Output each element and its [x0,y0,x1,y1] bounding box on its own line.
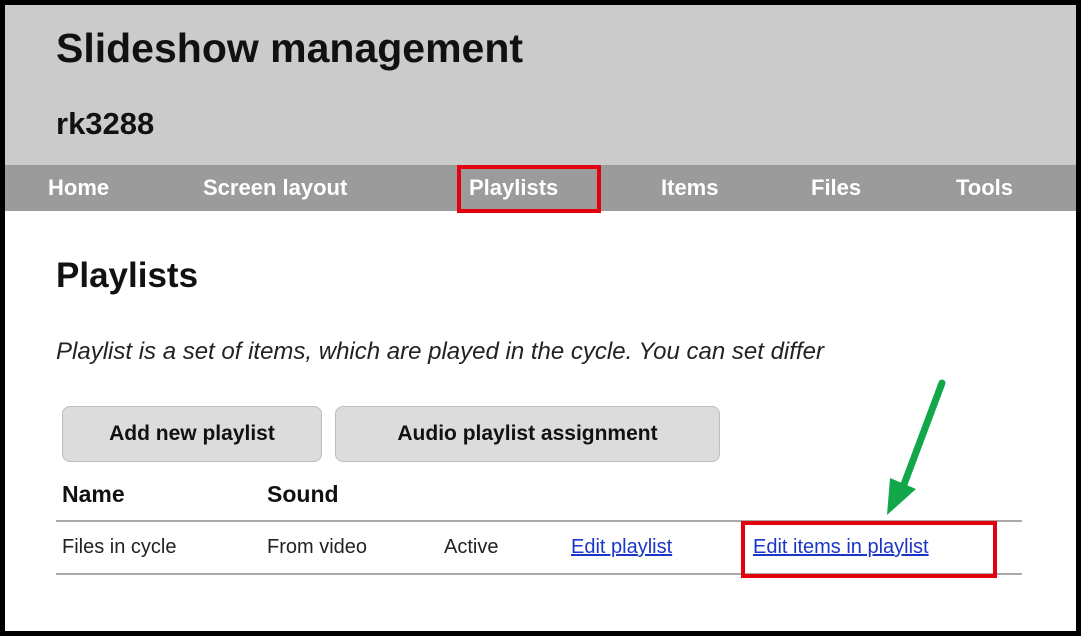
nav-item-items[interactable]: Items [661,175,718,201]
app-header: Slideshow management rk3288 [5,5,1076,165]
playlist-status-cell: Active [444,536,499,558]
playlist-name-cell: Files in cycle [62,536,177,558]
screenshot-frame: Slideshow management rk3288 Home Screen … [0,0,1081,636]
playlist-sound-cell: From video [267,536,368,558]
column-header-sound: Sound [267,481,339,507]
nav-item-tools[interactable]: Tools [956,175,1013,201]
audio-playlist-assignment-button[interactable]: Audio playlist assignment [335,406,720,462]
playlists-nav-highlight-box [457,165,601,213]
page-title: Playlists [56,256,199,295]
nav-item-files[interactable]: Files [811,175,861,201]
edit-playlist-link[interactable]: Edit playlist [571,536,672,559]
page-description: Playlist is a set of items, which are pl… [56,338,824,365]
site-name: rk3288 [56,106,155,141]
edit-items-link-highlight-box [741,521,997,578]
add-new-playlist-button[interactable]: Add new playlist [62,406,322,462]
nav-item-screen-layout[interactable]: Screen layout [203,175,347,201]
green-arrow-icon [887,379,946,515]
app-title: Slideshow management [56,25,524,71]
column-header-name: Name [62,481,125,507]
nav-item-home[interactable]: Home [48,175,109,201]
